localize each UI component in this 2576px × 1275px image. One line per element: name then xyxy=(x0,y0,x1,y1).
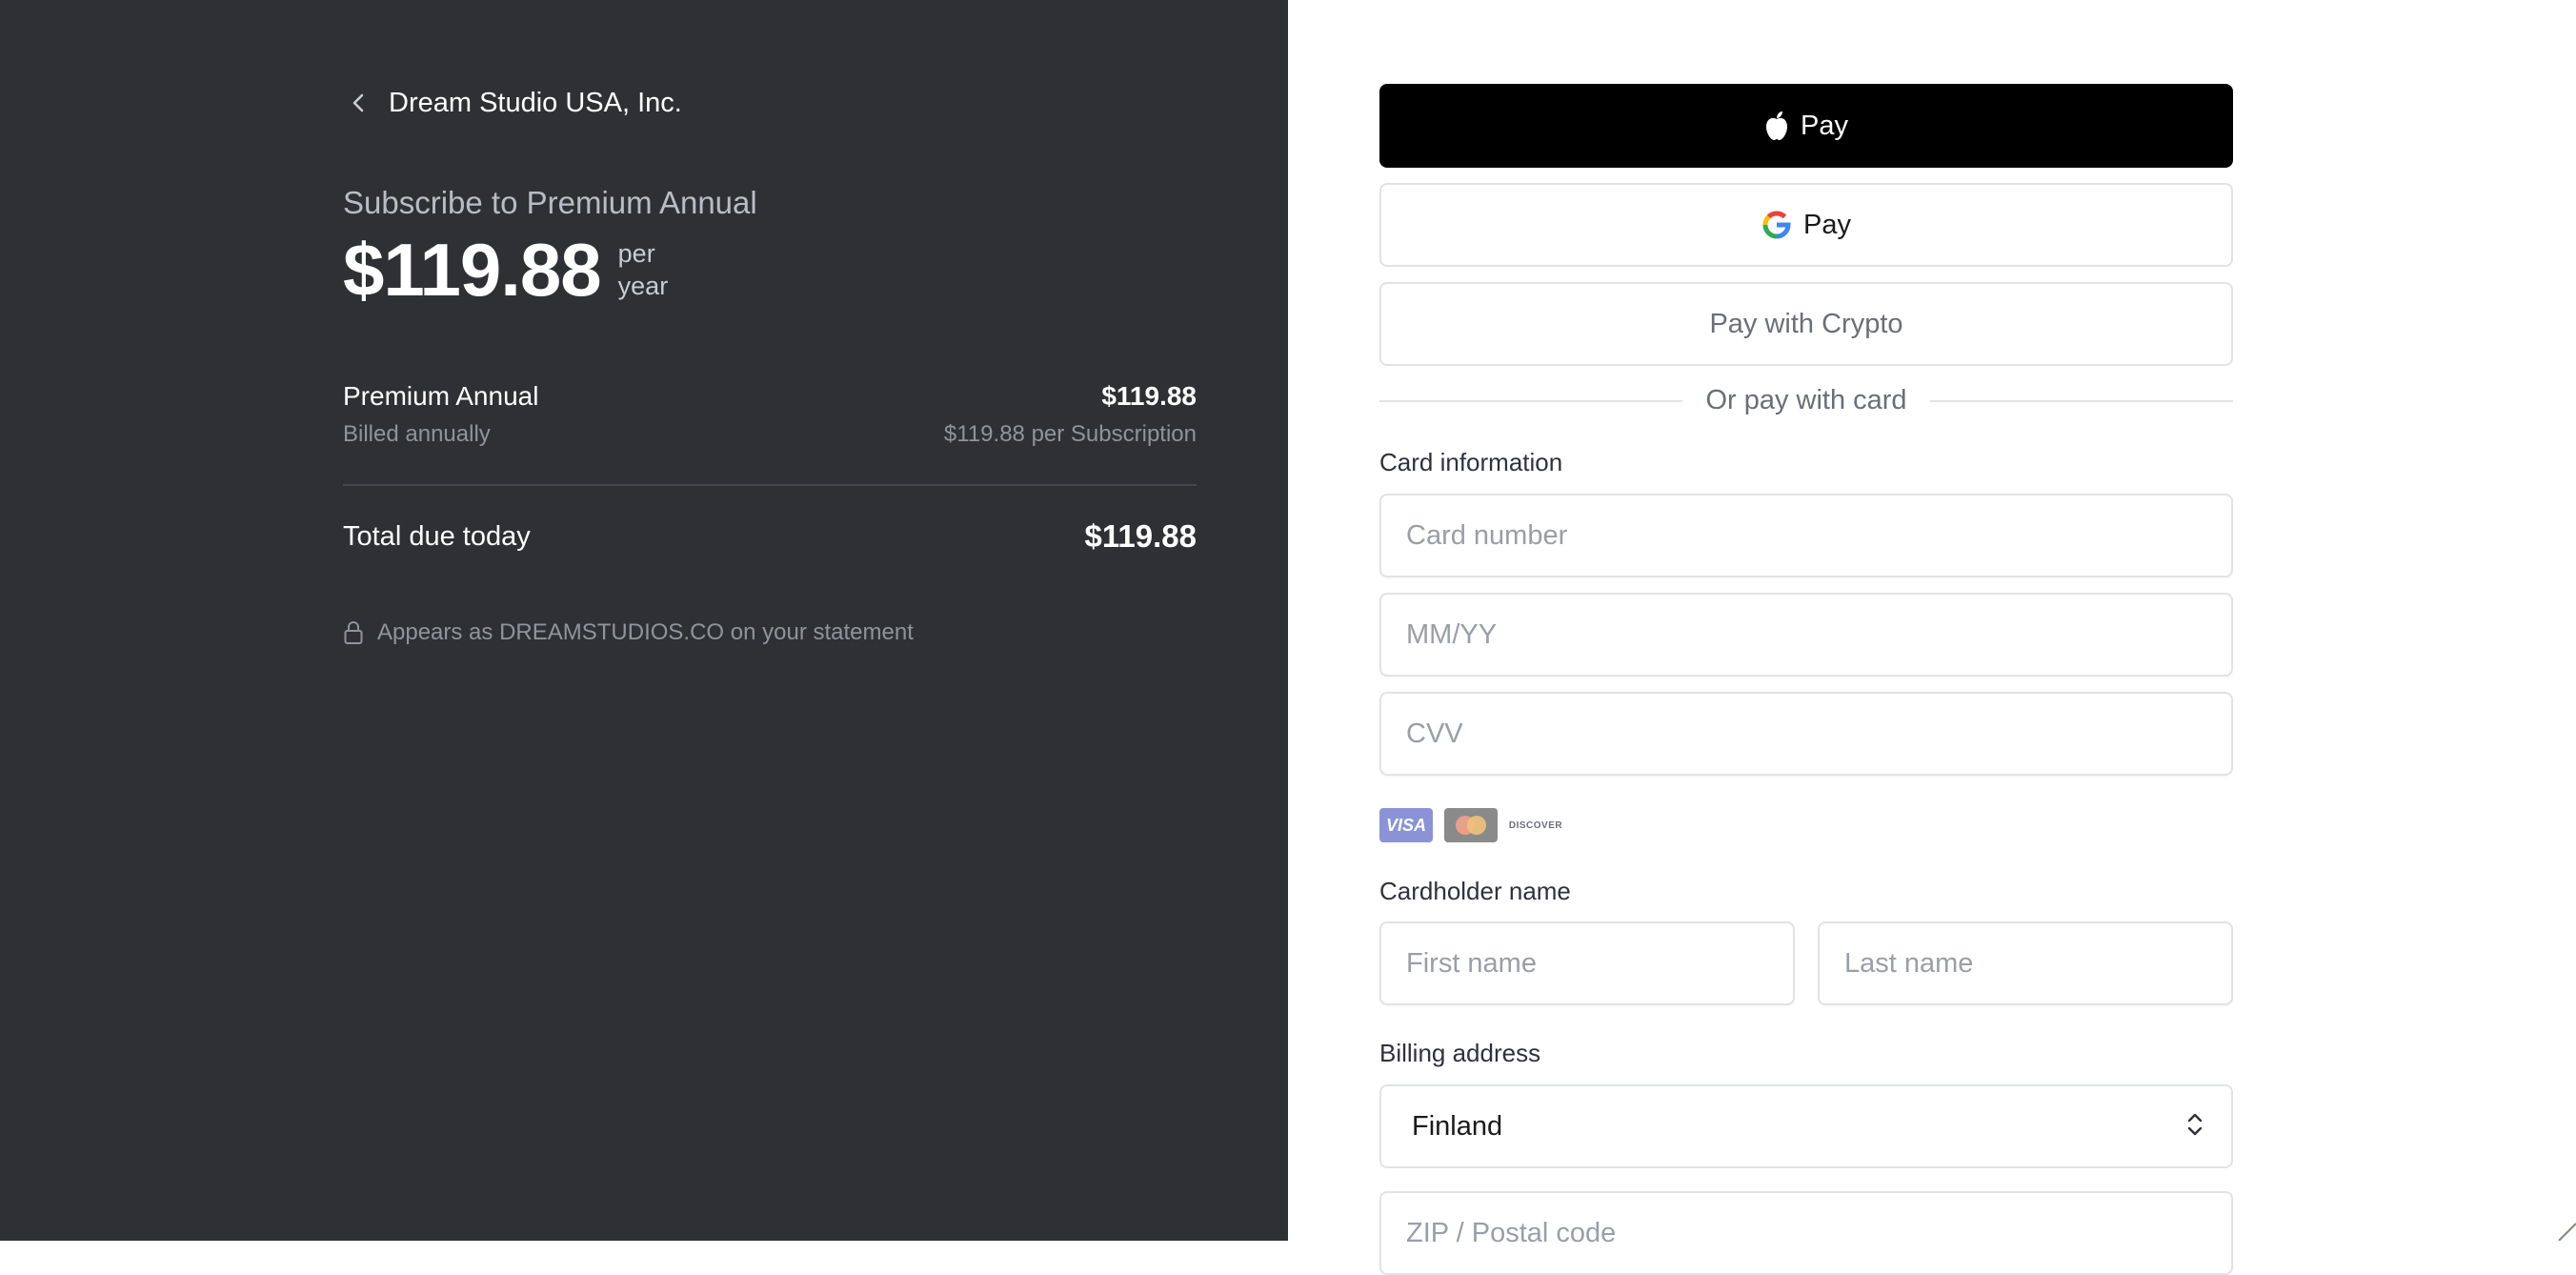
google-pay-label: Pay xyxy=(1803,209,1851,240)
total-row: Total due today $119.88 xyxy=(343,518,1197,555)
pay-with-crypto-button[interactable]: Pay with Crypto xyxy=(1379,282,2233,366)
card-number-input[interactable] xyxy=(1379,494,2233,577)
google-icon xyxy=(1761,210,1792,240)
cvv-input[interactable] xyxy=(1379,692,2233,776)
line-item-name: Premium Annual xyxy=(343,381,539,411)
payment-panel: Pay Pay Pay with Crypto Or pay with card… xyxy=(1288,0,2576,1275)
discover-logo: DISCOVER xyxy=(1509,808,1562,842)
google-pay-button[interactable]: Pay xyxy=(1379,183,2233,267)
line-item-amount: $119.88 xyxy=(1101,381,1197,411)
price-period: per year xyxy=(618,237,669,302)
summary-divider xyxy=(343,484,1197,486)
merchant-name: Dream Studio USA, Inc. xyxy=(389,87,682,118)
cardholder-label: Cardholder name xyxy=(1379,877,1571,905)
mastercard-logo xyxy=(1444,808,1498,842)
line-item-billing: Billed annually xyxy=(343,421,491,447)
first-name-input[interactable] xyxy=(1379,921,1795,1005)
apple-icon xyxy=(1764,111,1789,141)
back-to-merchant-link[interactable]: Dream Studio USA, Inc. xyxy=(343,80,682,126)
price-row: $119.88 per year xyxy=(343,229,668,311)
card-info-label: Card information xyxy=(1379,448,1563,476)
apple-pay-label: Pay xyxy=(1801,110,1848,141)
lock-icon xyxy=(343,620,364,645)
crypto-label: Pay with Crypto xyxy=(1709,308,1903,339)
country-select[interactable]: Finland xyxy=(1379,1084,2233,1168)
or-line-left xyxy=(1379,399,1683,402)
statement-text: Appears as DREAMSTUDIOS.CO on your state… xyxy=(377,619,914,645)
total-label: Total due today xyxy=(343,520,531,552)
order-summary-panel: Dream Studio USA, Inc. Subscribe to Prem… xyxy=(0,0,1288,1241)
last-name-input[interactable] xyxy=(1818,921,2233,1005)
country-value: Finland xyxy=(1412,1110,1503,1142)
corner-resize-icon xyxy=(2557,1222,2576,1242)
line-item: Premium Annual $119.88 Billed annually $… xyxy=(343,381,1197,448)
or-divider: Or pay with card xyxy=(1379,385,2234,416)
visa-logo: VISA xyxy=(1379,808,1433,842)
or-text: Or pay with card xyxy=(1705,385,1907,415)
apple-pay-button[interactable]: Pay xyxy=(1379,84,2233,168)
total-amount: $119.88 xyxy=(1084,518,1197,554)
price-amount: $119.88 xyxy=(343,228,602,312)
chevron-left-icon xyxy=(343,88,373,118)
expiry-input[interactable] xyxy=(1379,593,2233,677)
select-arrows-icon xyxy=(2185,1110,2204,1143)
or-line-right xyxy=(1929,399,2234,402)
line-item-unit-price: $119.88 per Subscription xyxy=(943,421,1197,447)
subscribe-title: Subscribe to Premium Annual xyxy=(343,185,757,220)
price-period-line2: year xyxy=(617,272,669,300)
card-brand-logos: VISA DISCOVER xyxy=(1379,808,1574,842)
zip-input[interactable] xyxy=(1379,1191,2233,1275)
billing-address-label: Billing address xyxy=(1379,1039,1541,1067)
statement-descriptor: Appears as DREAMSTUDIOS.CO on your state… xyxy=(343,619,914,646)
price-period-line1: per xyxy=(617,239,655,268)
